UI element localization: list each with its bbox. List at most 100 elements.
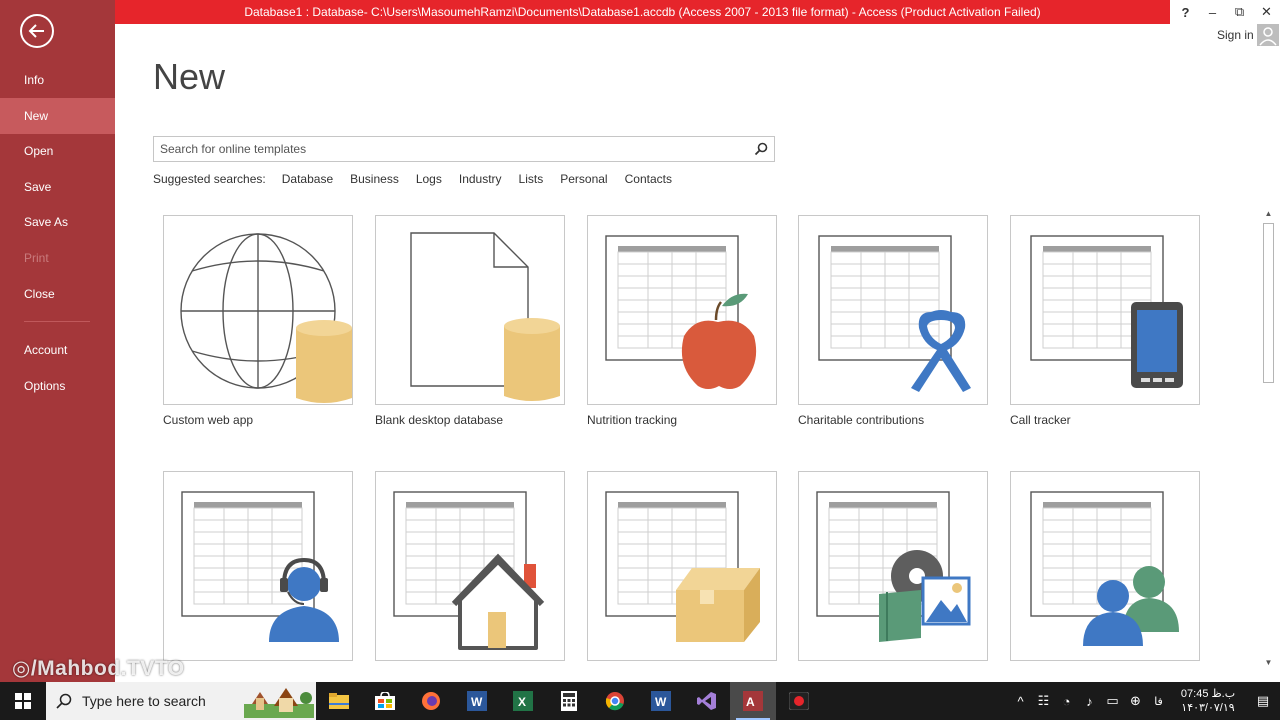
nav-new[interactable]: New [0,98,115,134]
suggested-logs[interactable]: Logs [416,172,442,186]
template-tile-contacts[interactable] [1010,471,1200,661]
nav-divider [24,321,90,322]
nav-save[interactable]: Save [0,169,115,205]
scroll-down-arrow-icon[interactable]: ▼ [1261,656,1276,669]
table-house-icon [393,491,545,650]
suggested-searches-label: Suggested searches: [153,172,266,186]
taskbar-excel[interactable]: X [500,682,546,720]
taskbar-search-box[interactable]: Type here to search [46,682,316,720]
nav-account[interactable]: Account [0,332,115,368]
wifi-icon[interactable]: ◔ [1055,682,1078,720]
close-button[interactable]: ✕ [1253,0,1280,24]
taskbar-access[interactable]: A [730,682,776,720]
template-label: Blank desktop database [375,413,504,427]
template-tile-inventory[interactable] [587,471,777,661]
firefox-icon [422,692,440,710]
globe-database-icon [180,233,352,403]
back-arrow-icon [28,24,44,38]
table-phone-icon [1030,235,1183,388]
sign-in-link[interactable]: Sign in [1217,28,1254,42]
nav-info-label: Info [24,73,45,87]
taskbar-word-2[interactable]: W [638,682,684,720]
template-tile-help-desk[interactable] [163,471,353,661]
recorder-icon [789,692,809,710]
taskbar-firefox[interactable] [408,682,454,720]
template-search-input[interactable] [154,137,748,161]
scroll-up-arrow-icon[interactable]: ▲ [1261,207,1276,220]
suggested-database[interactable]: Database [282,172,333,186]
globe-icon[interactable]: ⊕ [1124,682,1147,720]
nav-info[interactable]: Info [0,62,115,98]
blank-document-database-icon [410,232,560,401]
svg-text:W: W [655,695,667,709]
store-icon [375,692,395,710]
chevron-up-icon[interactable]: ^ [1009,682,1032,720]
help-button[interactable]: ? [1172,0,1199,24]
table-headset-person-icon [181,491,339,642]
suggested-business[interactable]: Business [350,172,399,186]
template-charitable-contributions[interactable] [798,215,988,405]
search-icon[interactable] [748,137,774,161]
table-media-icon [816,491,971,642]
restore-button[interactable]: ⧉ [1226,0,1253,24]
nav-open[interactable]: Open [0,133,115,169]
minimize-button[interactable]: – [1199,0,1226,24]
nav-new-label: New [24,109,49,123]
nav-print-label: Print [24,251,49,265]
language-indicator[interactable]: فا [1147,682,1170,720]
template-tile-home[interactable] [375,471,565,661]
notifications-icon[interactable]: ▤ [1246,682,1280,720]
taskbar-word[interactable]: W [454,682,500,720]
suggested-industry[interactable]: Industry [459,172,502,186]
window-controls: ? – ⧉ ✕ [1172,0,1280,24]
nav-save-as[interactable]: Save As [0,204,115,240]
template-tile-media[interactable] [798,471,988,661]
nav-close[interactable]: Close [0,276,115,312]
nav-save-as-label: Save As [24,215,69,229]
nav-open-label: Open [24,144,54,158]
scroll-thumb[interactable] [1263,223,1274,383]
suggested-searches: Suggested searches: Database Business Lo… [153,172,689,186]
nav-options[interactable]: Options [0,368,115,404]
svg-text:X: X [518,695,526,709]
suggested-personal[interactable]: Personal [560,172,607,186]
visual-studio-icon [697,692,716,710]
taskbar-recorder[interactable] [776,682,822,720]
suggested-contacts[interactable]: Contacts [625,172,672,186]
network-icon[interactable]: ☷ [1032,682,1055,720]
taskbar-visual-studio[interactable] [684,682,730,720]
page-title: New [153,56,226,97]
template-nutrition-tracking[interactable] [587,215,777,405]
template-label: Call tracker [1010,413,1071,427]
file-explorer-icon [329,693,349,709]
suggested-lists[interactable]: Lists [519,172,544,186]
watermark: ◎/Mahbod.TVTO [12,656,185,681]
template-call-tracker[interactable] [1010,215,1200,405]
template-label: Charitable contributions [798,413,925,427]
clock[interactable]: 07:45 ب.ظ ۱۴۰۳/۰۷/۱۹ [1170,687,1246,715]
start-button[interactable] [0,682,46,720]
calculator-icon [561,691,577,711]
table-people-icon [1030,491,1179,646]
taskbar-store[interactable] [362,682,408,720]
window-title: Database1 : Database- C:\Users\MasoumehR… [244,5,1041,19]
excel-icon: X [513,691,533,711]
taskbar: Type here to search W X W A ^ ☷ ◔ ♪ ▭ ⊕ … [0,682,1280,720]
back-button[interactable] [20,14,54,48]
nav-account-label: Account [24,343,68,357]
taskbar-file-explorer[interactable] [316,682,362,720]
instagram-icon: ◎ [12,657,31,680]
template-label: Custom web app [163,413,254,427]
avatar[interactable] [1257,24,1279,46]
word-icon: W [467,691,487,711]
template-custom-web-app[interactable] [163,215,353,405]
volume-icon[interactable]: ♪ [1078,682,1101,720]
system-tray: ^ ☷ ◔ ♪ ▭ ⊕ فا 07:45 ب.ظ ۱۴۰۳/۰۷/۱۹ ▤ [1009,682,1280,720]
taskbar-calculator[interactable] [546,682,592,720]
vertical-scrollbar[interactable]: ▲ ▼ [1261,207,1276,669]
battery-icon[interactable]: ▭ [1101,682,1124,720]
taskbar-chrome[interactable] [592,682,638,720]
access-icon: A [743,691,763,711]
template-blank-desktop-database[interactable] [375,215,565,405]
nav-print: Print [0,240,115,276]
